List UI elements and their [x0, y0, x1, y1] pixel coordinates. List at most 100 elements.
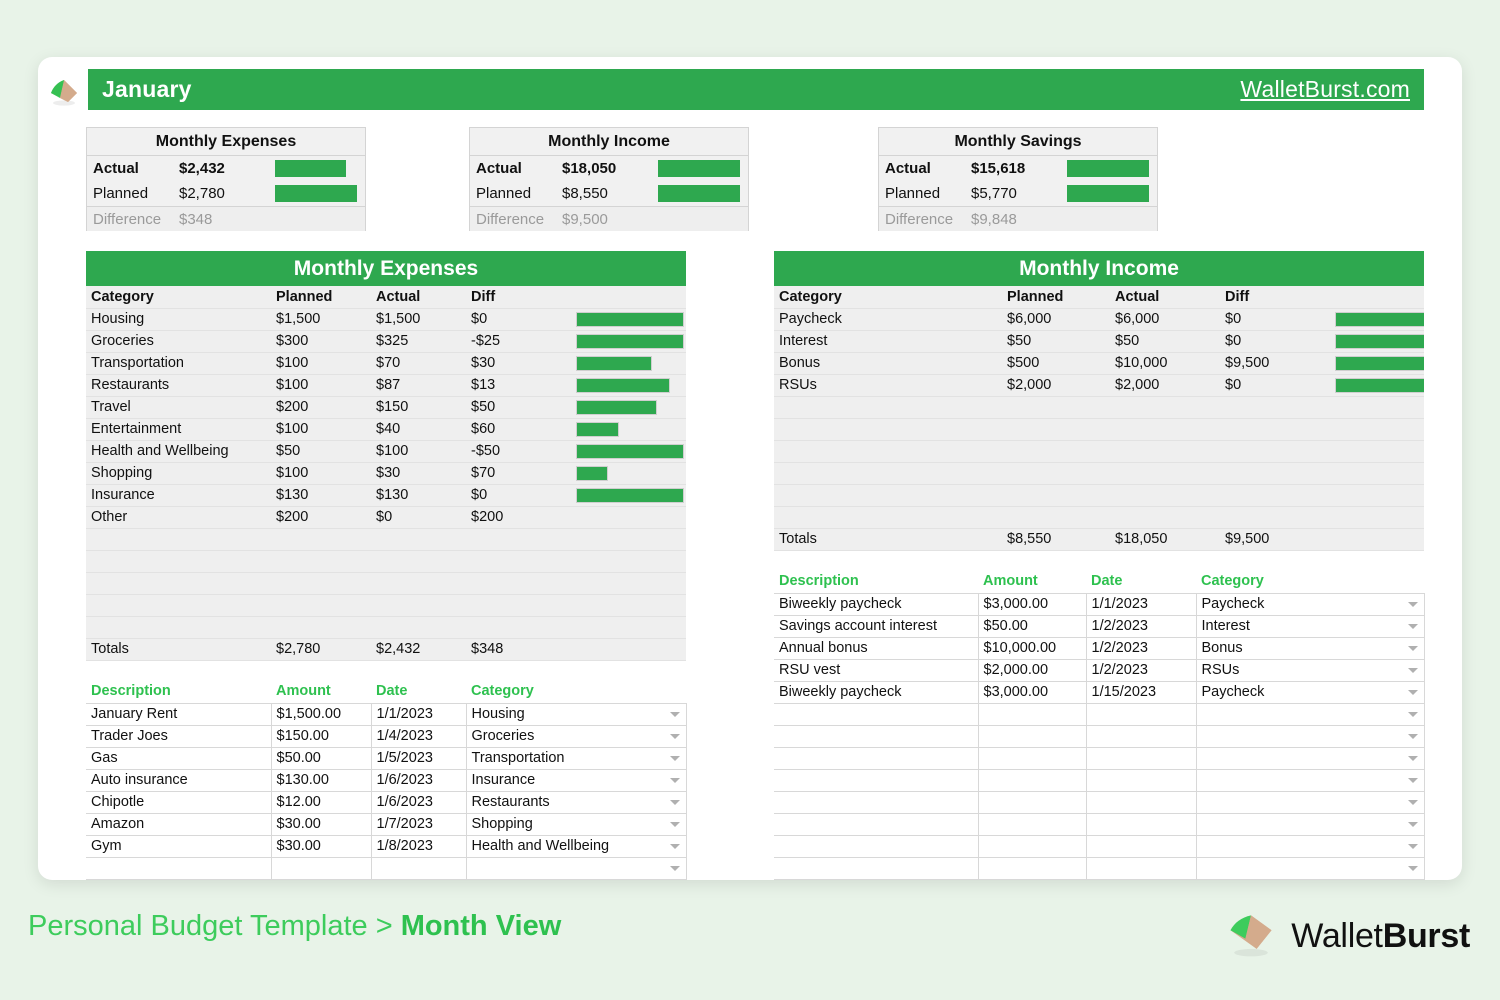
list-item[interactable]: Gym $30.00 1/8/2023 Health and Wellbeing [86, 834, 687, 858]
txn-category-select[interactable]: Housing [465, 702, 687, 726]
list-item[interactable]: Chipotle $12.00 1/6/2023 Restaurants [86, 790, 687, 814]
table-row[interactable]: Housing $1,500 $1,500 $0 [86, 308, 686, 331]
list-item[interactable]: Biweekly paycheck $3,000.00 1/1/2023 Payche… [774, 592, 1425, 616]
table-row[interactable]: Other $200 $0 $200 [86, 506, 686, 529]
txn-category-select[interactable] [1195, 856, 1425, 880]
list-item[interactable]: January Rent $1,500.00 1/1/2023 Housing [86, 702, 687, 726]
txn-category-select[interactable] [1195, 834, 1425, 858]
txn-date: 1/2/2023 [1085, 636, 1196, 660]
chevron-down-icon[interactable] [1407, 602, 1418, 607]
table-row[interactable]: Restaurants $100 $87 $13 [86, 374, 686, 397]
table-row-empty[interactable] [86, 572, 686, 595]
chevron-down-icon[interactable] [1407, 800, 1418, 805]
txn-category-select[interactable] [465, 856, 687, 880]
chevron-down-icon[interactable] [669, 712, 680, 717]
chevron-down-icon[interactable] [669, 866, 680, 871]
list-item[interactable]: Amazon $30.00 1/7/2023 Shopping [86, 812, 687, 836]
chevron-down-icon[interactable] [1407, 822, 1418, 827]
table-row[interactable]: Health and Wellbeing $50 $100 -$50 [86, 440, 686, 463]
actual-label: Actual [476, 160, 522, 177]
chevron-down-icon[interactable] [1407, 690, 1418, 695]
list-item[interactable]: RSU vest $2,000.00 1/2/2023 RSUs [774, 658, 1425, 682]
site-link[interactable]: WalletBurst.com [1240, 76, 1410, 103]
txn-category-select[interactable] [1195, 790, 1425, 814]
list-item[interactable]: Savings account interest $50.00 1/2/2023 In… [774, 614, 1425, 638]
list-item[interactable]: Biweekly paycheck $3,000.00 1/15/2023 Paych… [774, 680, 1425, 704]
txn-category-select[interactable]: Paycheck [1195, 680, 1425, 704]
table-row-empty[interactable] [774, 462, 1424, 485]
list-item-empty[interactable] [774, 856, 1425, 880]
chevron-down-icon[interactable] [1407, 778, 1418, 783]
progress-bar [576, 311, 684, 327]
txn-category-select[interactable]: Bonus [1195, 636, 1425, 660]
chevron-down-icon[interactable] [669, 734, 680, 739]
table-row[interactable]: RSUs $2,000 $2,000 $0 [774, 374, 1424, 397]
chevron-down-icon[interactable] [1407, 668, 1418, 673]
table-row-empty[interactable] [86, 550, 686, 573]
cell-bar [571, 396, 686, 419]
chevron-down-icon[interactable] [669, 822, 680, 827]
txn-category-select[interactable]: Groceries [465, 724, 687, 748]
txn-category-select[interactable] [1195, 768, 1425, 792]
table-row[interactable]: Shopping $100 $30 $70 [86, 462, 686, 485]
cell-diff: -$25 [466, 330, 571, 353]
txn-category-select[interactable] [1195, 746, 1425, 770]
chevron-down-icon[interactable] [669, 778, 680, 783]
table-row-empty[interactable] [774, 440, 1424, 463]
txn-category-select[interactable]: Shopping [465, 812, 687, 836]
list-item-empty[interactable] [774, 702, 1425, 726]
list-item-empty[interactable] [774, 790, 1425, 814]
list-item[interactable]: Annual bonus $10,000.00 1/2/2023 Bonus [774, 636, 1425, 660]
chevron-down-icon[interactable] [669, 844, 680, 849]
txn-category-select[interactable]: Transportation [465, 746, 687, 770]
table-row[interactable]: Travel $200 $150 $50 [86, 396, 686, 419]
cell-actual: $87 [371, 374, 466, 397]
totals-diff: $9,500 [1220, 527, 1330, 551]
table-row[interactable]: Insurance $130 $130 $0 [86, 484, 686, 507]
txn-category-select[interactable]: Paycheck [1195, 592, 1425, 616]
chevron-down-icon[interactable] [669, 800, 680, 805]
chevron-down-icon[interactable] [1407, 712, 1418, 717]
chevron-down-icon[interactable] [669, 756, 680, 761]
list-item-empty[interactable] [774, 812, 1425, 836]
chevron-down-icon[interactable] [1407, 734, 1418, 739]
cell-category: Groceries [86, 330, 271, 353]
table-row[interactable]: Groceries $300 $325 -$25 [86, 330, 686, 353]
txn-category-select[interactable] [1195, 724, 1425, 748]
table-row-empty[interactable] [86, 616, 686, 639]
totals-row: Totals $2,780 $2,432 $348 [86, 637, 686, 661]
table-row[interactable]: Transportation $100 $70 $30 [86, 352, 686, 375]
chevron-down-icon[interactable] [1407, 646, 1418, 651]
table-row-empty[interactable] [774, 418, 1424, 441]
table-row-empty[interactable] [774, 484, 1424, 507]
txn-category-select[interactable]: Restaurants [465, 790, 687, 814]
list-item[interactable]: Gas $50.00 1/5/2023 Transportation [86, 746, 687, 770]
chevron-down-icon[interactable] [1407, 866, 1418, 871]
list-item-empty[interactable] [774, 746, 1425, 770]
list-item-empty[interactable] [774, 834, 1425, 858]
planned-label: Planned [476, 185, 532, 202]
table-row-empty[interactable] [86, 528, 686, 551]
list-item-empty[interactable] [774, 724, 1425, 748]
chevron-down-icon[interactable] [1407, 756, 1418, 761]
txn-category-select[interactable]: Insurance [465, 768, 687, 792]
chevron-down-icon[interactable] [1407, 844, 1418, 849]
table-row[interactable]: Entertainment $100 $40 $60 [86, 418, 686, 441]
txn-category-select[interactable] [1195, 702, 1425, 726]
list-item-empty[interactable] [86, 856, 687, 880]
table-row[interactable]: Bonus $500 $10,000 $9,500 [774, 352, 1424, 375]
txn-category-select[interactable]: Interest [1195, 614, 1425, 638]
table-row-empty[interactable] [86, 594, 686, 617]
table-row[interactable]: Interest $50 $50 $0 [774, 330, 1424, 353]
txn-category-select[interactable] [1195, 812, 1425, 836]
table-row[interactable]: Paycheck $6,000 $6,000 $0 [774, 308, 1424, 331]
txn-category-select[interactable]: RSUs [1195, 658, 1425, 682]
txn-category-select[interactable]: Health and Wellbeing [465, 834, 687, 858]
chevron-down-icon[interactable] [1407, 624, 1418, 629]
table-row-empty[interactable] [774, 396, 1424, 419]
table-row-empty[interactable] [774, 506, 1424, 529]
list-item[interactable]: Auto insurance $130.00 1/6/2023 Insurance [86, 768, 687, 792]
cell-category: Entertainment [86, 418, 271, 441]
list-item-empty[interactable] [774, 768, 1425, 792]
list-item[interactable]: Trader Joes $150.00 1/4/2023 Groceries [86, 724, 687, 748]
